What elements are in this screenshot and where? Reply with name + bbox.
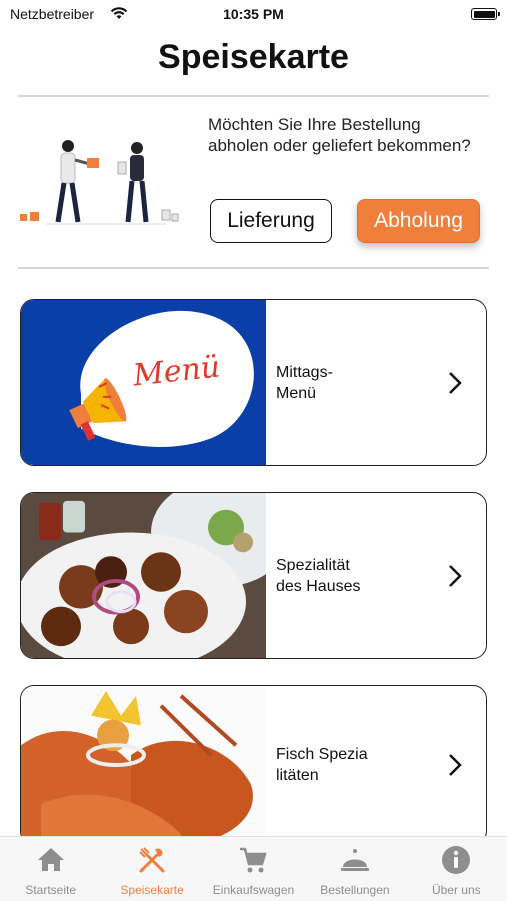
status-bar: Netzbetreiber 10:35 PM <box>0 0 507 30</box>
category-card-lunch-menu[interactable]: Menü Mittags- Menü <box>20 299 487 466</box>
divider-top <box>18 95 489 97</box>
grilled-prawns-image <box>21 686 266 844</box>
delivery-prompt: Möchten Sie Ihre Bestellung abholen oder… <box>208 115 471 155</box>
cart-icon <box>240 847 268 873</box>
battery-icon <box>471 8 500 20</box>
chevron-right-icon <box>449 754 462 776</box>
tab-orders[interactable]: Bestellungen <box>304 837 405 901</box>
category-label: Mittags- Menü <box>276 363 333 402</box>
tab-label: Bestellungen <box>320 883 390 897</box>
tab-label: Speisekarte <box>120 883 184 897</box>
tab-menu[interactable]: Speisekarte <box>101 837 202 901</box>
tab-about[interactable]: Über uns <box>406 837 507 901</box>
category-card-house-specialty[interactable]: Spezialität des Hauses <box>20 492 487 659</box>
grilled-meat-platter-image <box>21 493 266 658</box>
tab-label: Einkaufswagen <box>212 883 295 897</box>
tab-bar: Startseite Speisekarte Einkaufswagen Bes… <box>0 836 507 901</box>
category-label: Fisch Spezia litäten <box>276 746 368 784</box>
tab-label: Startseite <box>25 883 77 897</box>
tab-cart[interactable]: Einkaufswagen <box>203 837 304 901</box>
pickup-button[interactable]: Abholung <box>357 199 480 243</box>
clock: 10:35 PM <box>223 6 284 22</box>
fork-knife-icon <box>139 847 165 873</box>
delivery-illustration <box>20 140 179 225</box>
info-icon <box>442 846 471 874</box>
delivery-button[interactable]: Lieferung <box>210 199 332 243</box>
tab-home[interactable]: Startseite <box>0 837 101 901</box>
chevron-right-icon <box>449 371 462 394</box>
tab-label: Über uns <box>431 883 481 897</box>
page-title: Speisekarte <box>158 38 349 76</box>
cloche-icon <box>340 849 369 871</box>
category-card-fish-specialties[interactable]: Fisch Spezia litäten <box>20 685 487 845</box>
home-icon <box>37 848 64 871</box>
chevron-right-icon <box>449 564 462 587</box>
divider-bottom <box>18 267 489 269</box>
category-label: Spezialität des Hauses <box>276 556 361 595</box>
